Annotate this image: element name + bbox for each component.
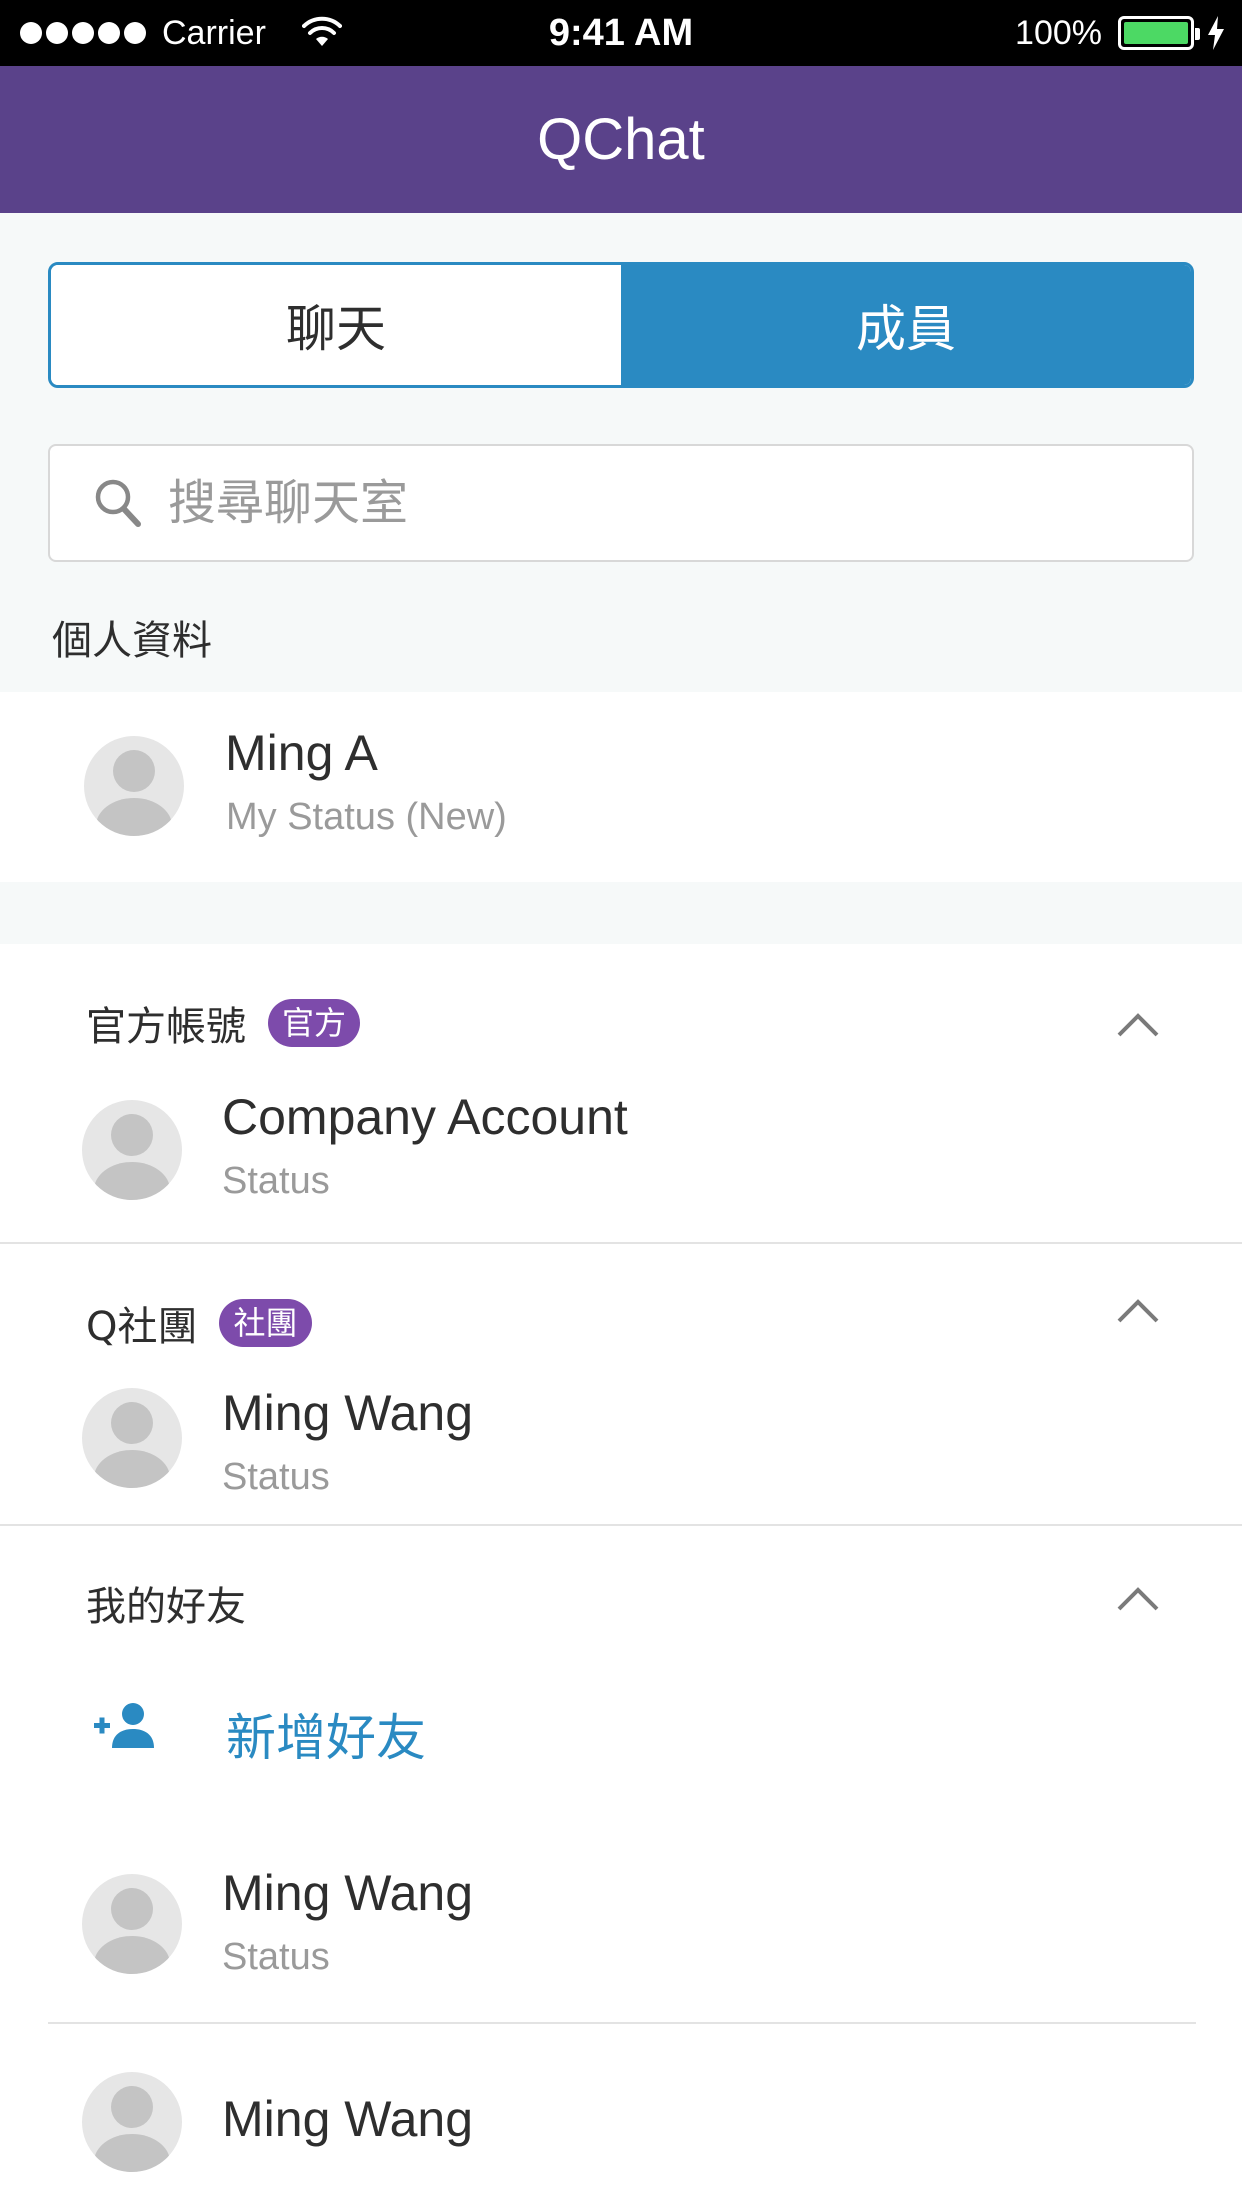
member-name: Ming Wang: [222, 1385, 474, 1441]
member-list: 官方帳號 官方 Company Account Status Q社團 社團 Mi…: [0, 944, 1242, 2208]
tab-chat[interactable]: 聊天: [51, 265, 621, 385]
official-badge: 官方: [268, 999, 361, 1047]
add-friend-label: 新增好友: [226, 1709, 426, 1767]
avatar: [82, 2072, 182, 2172]
battery-icon: [1118, 16, 1200, 50]
avatar: [82, 1874, 182, 1974]
add-friend-button[interactable]: 新增好友: [0, 1668, 1242, 1798]
group-header-friends: 我的好友: [86, 1574, 246, 1632]
member-name: Ming Wang: [222, 1865, 474, 1921]
profile-row[interactable]: Ming A My Status (New): [0, 692, 1242, 882]
member-status: Status: [222, 1160, 330, 1202]
avatar: [82, 1388, 182, 1488]
divider: [0, 1524, 1242, 1526]
app-title: QChat: [537, 107, 705, 172]
tab-members[interactable]: 成員: [621, 265, 1191, 385]
status-bar-right: 100%: [1015, 0, 1226, 66]
group-title: 我的好友: [86, 1584, 246, 1630]
member-status: Status: [222, 1936, 330, 1978]
search-icon: [95, 479, 141, 527]
charging-bolt-icon: [1208, 16, 1224, 50]
group-header-club: Q社團 社團: [86, 1294, 312, 1352]
profile-name: Ming A: [225, 725, 378, 781]
add-person-icon: [94, 1703, 154, 1748]
segmented-control: 聊天 成員: [48, 262, 1194, 388]
profile-status: My Status (New): [226, 796, 507, 838]
group-title: 官方帳號: [86, 1004, 246, 1050]
battery-percent: 100%: [1015, 13, 1102, 52]
search-bar[interactable]: [48, 444, 1194, 562]
status-bar: Carrier 9:41 AM 100%: [0, 0, 1242, 66]
nav-bar: QChat: [0, 66, 1242, 213]
search-input[interactable]: [168, 475, 1068, 531]
club-badge: 社團: [219, 1299, 312, 1347]
chevron-up-icon[interactable]: [1116, 1298, 1160, 1324]
avatar: [82, 1100, 182, 1200]
chevron-up-icon[interactable]: [1116, 1012, 1160, 1038]
member-name: Company Account: [222, 1089, 628, 1145]
member-name: Ming Wang: [222, 2091, 474, 2147]
avatar: [84, 736, 184, 836]
group-title: Q社團: [86, 1304, 198, 1350]
profile-section-label: 個人資料: [52, 618, 212, 664]
chevron-up-icon[interactable]: [1116, 1586, 1160, 1612]
member-status: Status: [222, 1456, 330, 1498]
divider: [0, 1242, 1242, 1244]
group-header-official: 官方帳號 官方: [86, 994, 361, 1052]
divider: [48, 2022, 1196, 2024]
